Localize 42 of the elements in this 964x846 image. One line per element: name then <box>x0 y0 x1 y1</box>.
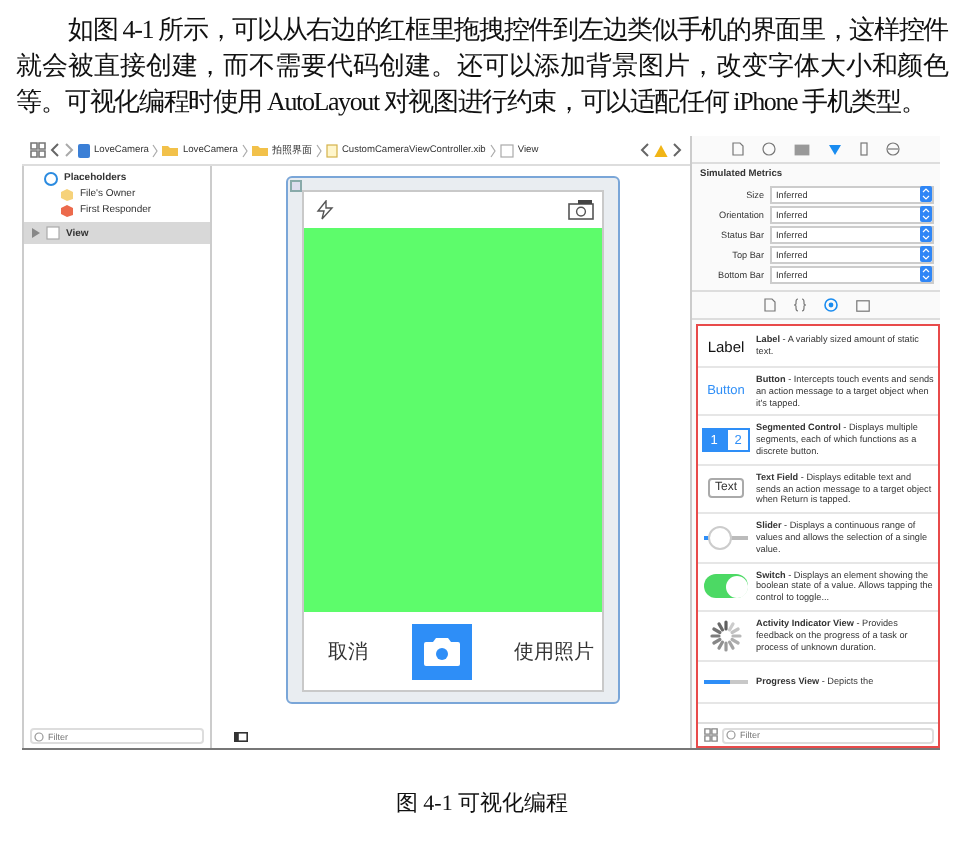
chevron-icon <box>152 143 159 157</box>
object-library-icon[interactable] <box>823 298 837 312</box>
chevron-icon <box>489 143 496 157</box>
stepper-icon <box>920 246 932 262</box>
back-icon[interactable] <box>50 142 60 158</box>
disclosure-icon[interactable] <box>32 228 40 238</box>
stepper-icon <box>920 226 932 242</box>
figure-caption: 图 4-1 可视化编程 <box>393 790 571 818</box>
sidebar-toggle-icon[interactable] <box>234 732 248 742</box>
forward-icon[interactable] <box>672 142 682 158</box>
grid-icon[interactable] <box>30 142 46 158</box>
use-photo-button[interactable]: 使用照片 <box>514 637 594 665</box>
body-paragraph: 如图 4-1 所示，可以从右边的红框里拖拽控件到左边类似手机的界面里，这样控件就会被直接创建，而不需要代码创建。还可以添加背景图片，改变字体大小和颜色等。可视化编程时使用 AutoLayout 对视图进行约束，可以适配任何 iPhone 手机类型。 <box>16 12 948 120</box>
stepper-icon <box>920 266 932 282</box>
filter-icon <box>34 731 44 741</box>
stepper-icon <box>920 186 932 202</box>
camera-switch-icon[interactable] <box>568 200 594 220</box>
shutter-button[interactable] <box>411 623 471 679</box>
progress-sample <box>704 679 748 684</box>
braces-icon[interactable] <box>793 298 805 312</box>
chevron-icon <box>315 143 322 157</box>
grid-icon[interactable] <box>704 728 718 742</box>
chevron-icon <box>241 143 248 157</box>
folder-icon <box>162 144 179 156</box>
cancel-button[interactable]: 取消 <box>328 637 368 665</box>
file-icon[interactable] <box>763 298 775 312</box>
project-icon <box>78 143 90 157</box>
filter-icon <box>726 730 736 740</box>
connections-icon[interactable] <box>886 142 900 156</box>
attributes-icon[interactable] <box>828 142 842 156</box>
spinner-icon <box>708 617 744 654</box>
view-icon <box>499 143 514 157</box>
slider-sample <box>704 526 748 549</box>
view-icon <box>46 226 60 240</box>
camera-icon <box>423 637 459 665</box>
back-icon[interactable] <box>640 142 650 158</box>
file-icon[interactable] <box>732 142 744 156</box>
file-icon <box>325 143 338 157</box>
resize-handle[interactable] <box>290 180 302 192</box>
flash-icon[interactable] <box>316 200 334 220</box>
folder-icon <box>251 144 268 156</box>
stepper-icon <box>920 206 932 222</box>
